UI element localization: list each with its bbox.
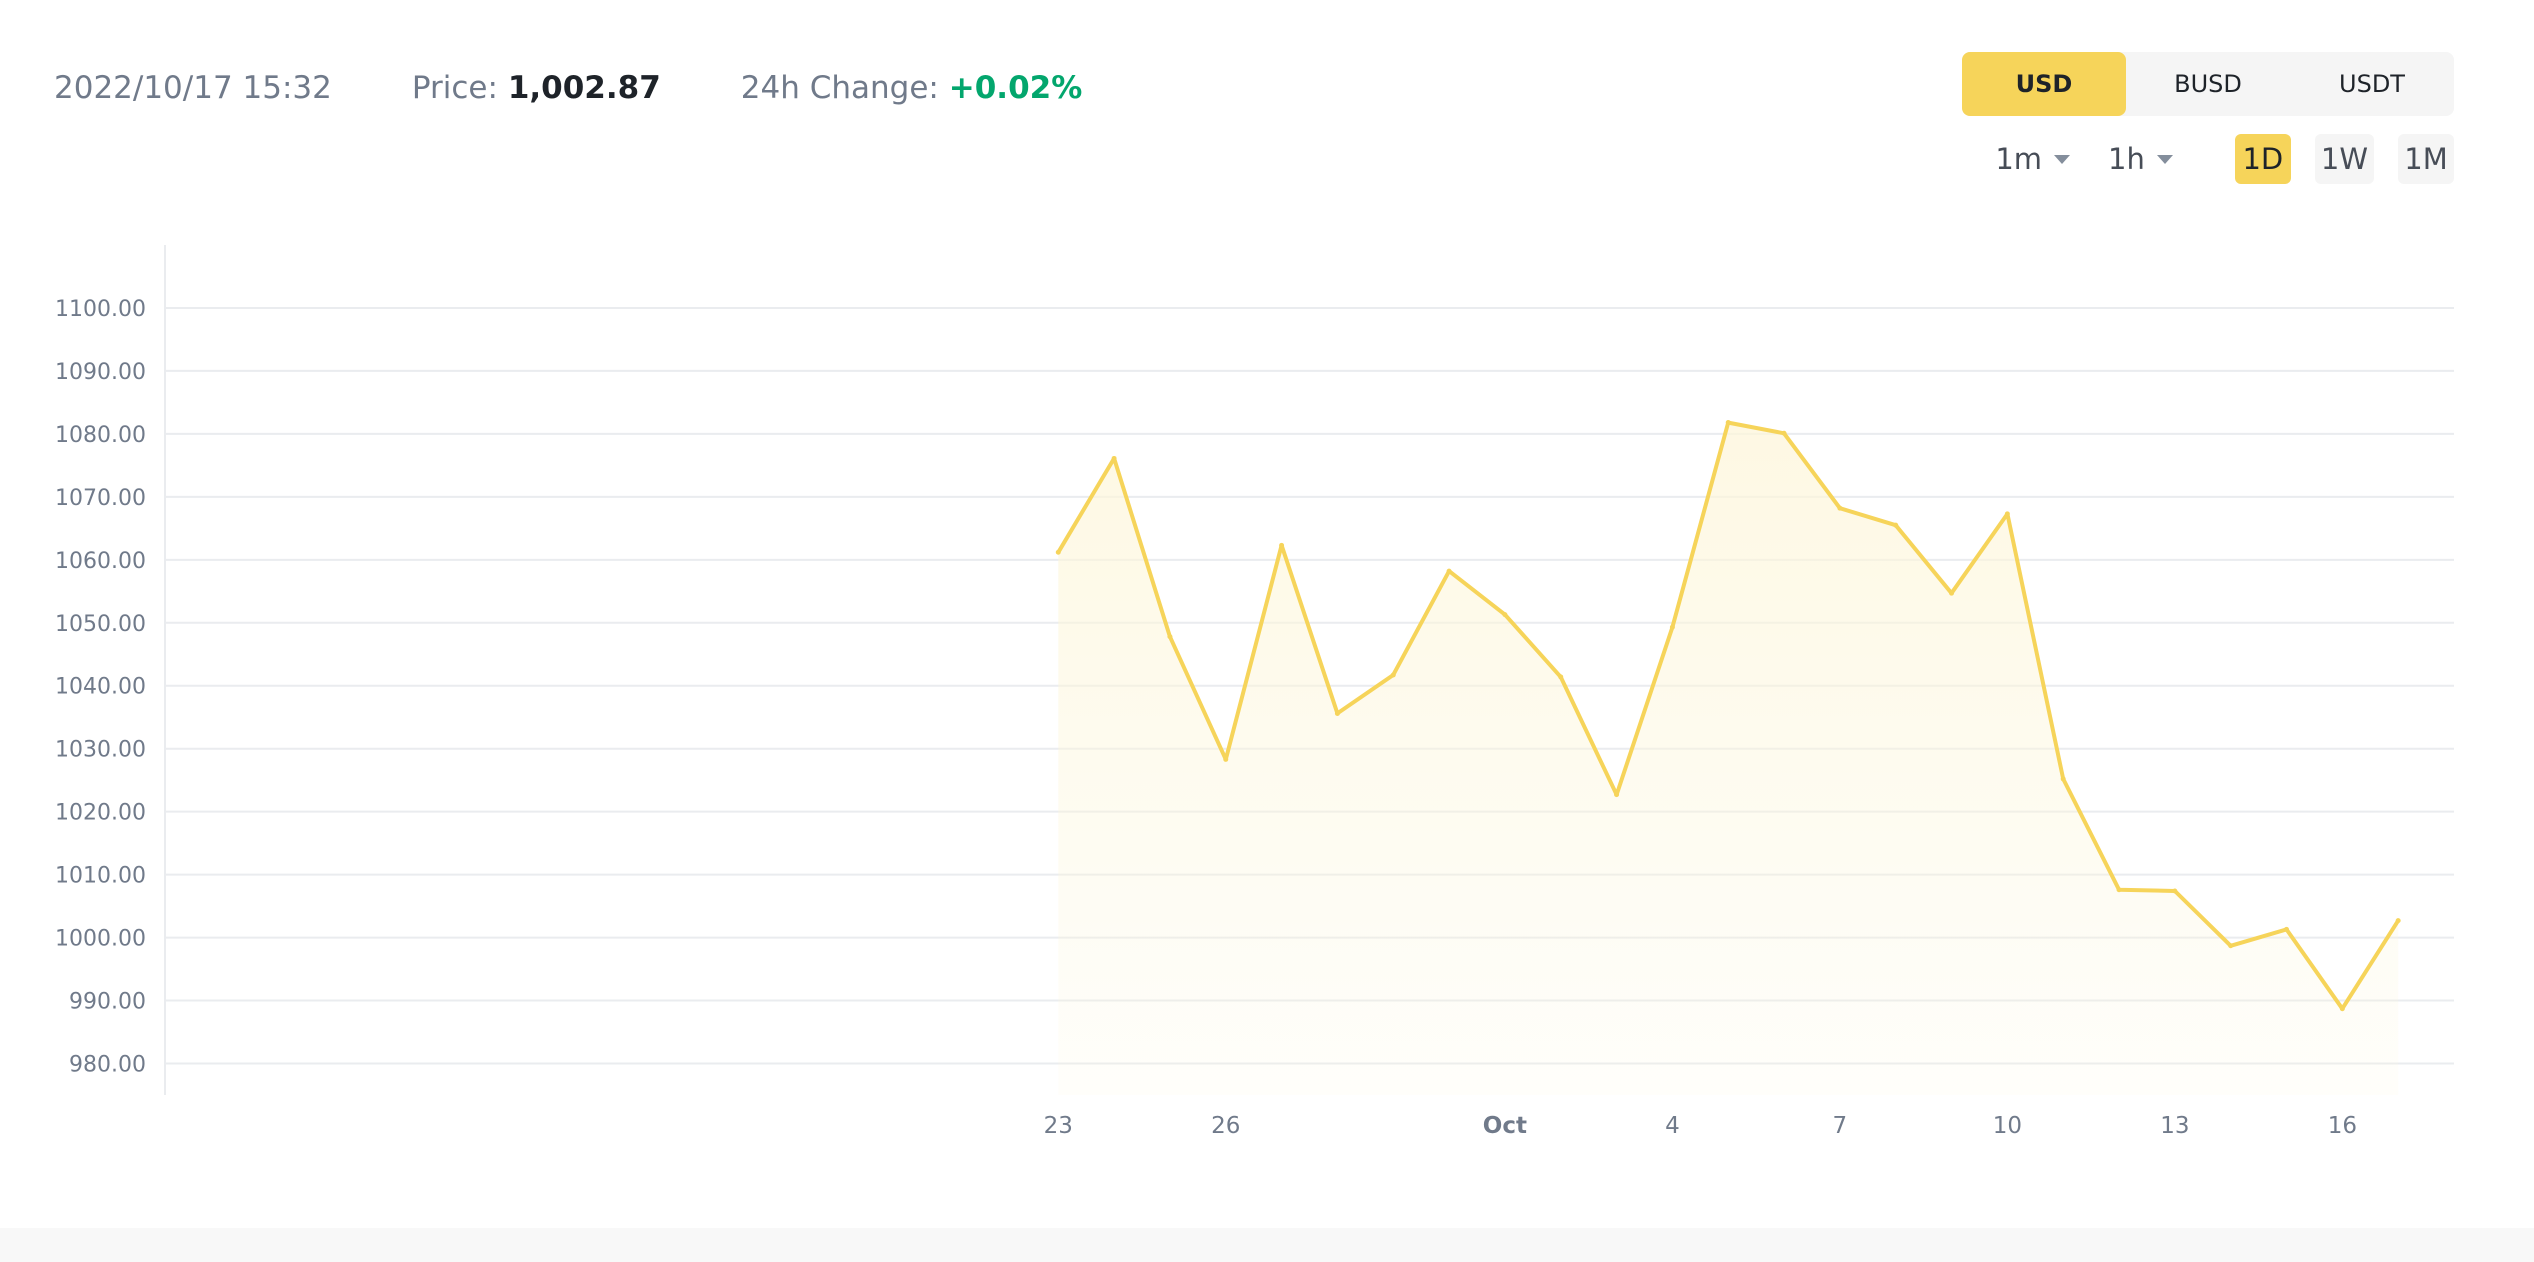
x-tick-label: 26 [1211,1113,1240,1139]
data-point [1949,590,1955,596]
x-tick-label: 10 [1993,1113,2022,1139]
data-point [1781,430,1787,436]
data-point [1558,674,1564,680]
y-tick-label: 990.00 [69,990,146,1015]
data-point [2339,1006,2345,1012]
x-tick-label: Oct [1483,1113,1527,1139]
data-point [1055,549,1061,555]
data-point [2228,943,2234,949]
data-point [1390,672,1396,678]
data-point [1669,624,1675,630]
data-point [1167,634,1173,640]
price-chart: 980.00 990.00 1000.00 1010.00 1020.00 1030.00… [55,245,2454,1139]
x-tick-label: 16 [2328,1113,2357,1139]
y-tick-label: 980.00 [69,1053,146,1078]
data-point [1223,756,1229,762]
x-tick-label: 4 [1665,1113,1680,1139]
data-point [1334,710,1340,716]
y-tick-label: 1010.00 [55,864,146,889]
data-point [1279,542,1285,548]
y-tick-label: 1040.00 [55,675,146,700]
data-point [1111,455,1117,461]
footer-band [0,1228,2534,1262]
y-tick-label: 1030.00 [55,738,146,763]
y-tick-label: 1020.00 [55,801,146,826]
y-tick-label: 1080.00 [55,423,146,448]
price-area [1058,422,2399,1096]
y-tick-label: 1090.00 [55,360,146,385]
data-point [2004,511,2010,517]
y-tick-label: 1050.00 [55,612,146,637]
data-point [1502,612,1508,618]
x-tick-label: 7 [1833,1113,1848,1139]
data-point [2395,918,2401,924]
data-point [2116,887,2122,893]
data-point [1837,505,1843,511]
data-point [1446,568,1452,574]
data-point [1893,522,1899,528]
y-tick-label: 1000.00 [55,927,146,952]
data-point [2284,926,2290,932]
x-tick-label: 23 [1044,1113,1073,1139]
data-point [1725,420,1731,426]
y-tick-label: 1100.00 [55,297,146,322]
y-tick-label: 1060.00 [55,549,146,574]
y-tick-label: 1070.00 [55,486,146,511]
x-tick-label: 13 [2160,1113,2189,1139]
data-point [1614,792,1620,798]
data-point [2060,776,2066,782]
data-point [2172,888,2178,894]
